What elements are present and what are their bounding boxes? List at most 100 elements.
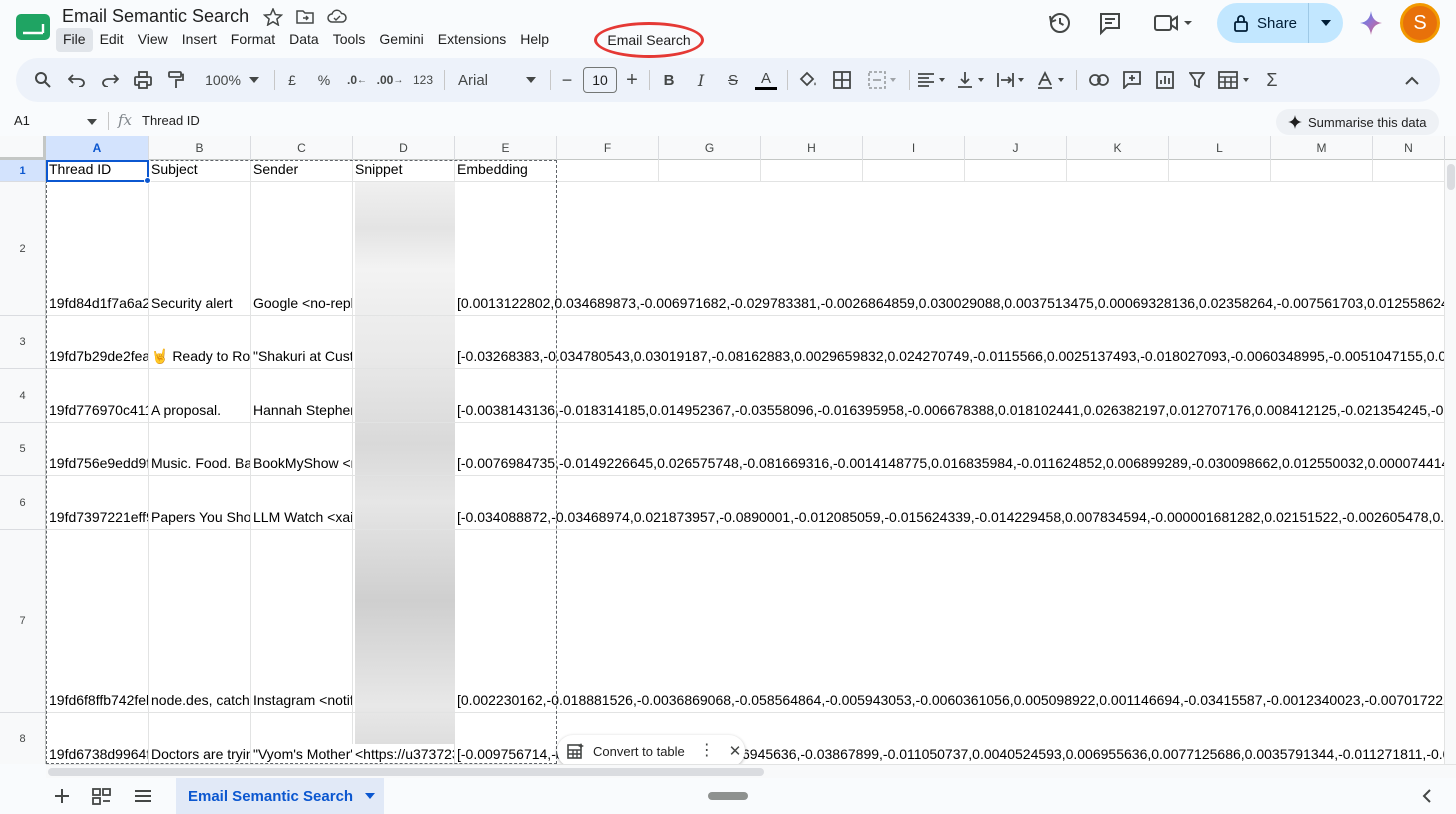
vertical-align-button[interactable] — [954, 58, 988, 102]
menu-view[interactable]: View — [131, 28, 175, 52]
menu-email-search[interactable]: Email Search — [594, 22, 704, 58]
horizontal-scrollbar[interactable] — [46, 764, 1456, 778]
sheets-logo-icon[interactable] — [16, 12, 50, 40]
document-title[interactable]: Email Semantic Search — [62, 6, 249, 27]
menu-help[interactable]: Help — [513, 28, 556, 52]
subject-cell[interactable]: Doctors are tryin — [148, 744, 250, 764]
horizontal-align-button[interactable] — [915, 58, 949, 102]
subject-cell[interactable]: node.des, catch — [148, 690, 250, 710]
row-header-7[interactable]: 7 — [0, 530, 46, 713]
thread-id-cell[interactable]: 19fd756e9edd9f — [46, 453, 148, 473]
embedding-cell[interactable]: [-0.0038143136,-0.018314185,0.014952367,… — [454, 400, 1444, 420]
paint-format-button[interactable] — [163, 58, 189, 102]
zoom-select[interactable]: 100% — [196, 58, 268, 102]
header-embedding[interactable]: Embedding — [454, 159, 556, 179]
increase-font-size-button[interactable]: + — [621, 58, 643, 102]
row-header-4[interactable]: 4 — [0, 369, 46, 423]
search-menus-button[interactable] — [30, 58, 56, 102]
thread-id-cell[interactable]: 19fd7b29de2fea — [46, 346, 148, 366]
more-formats-button[interactable]: 123 — [410, 58, 436, 102]
version-history-icon[interactable] — [1047, 10, 1073, 36]
table-convert-icon[interactable] — [567, 742, 585, 760]
column-header-b[interactable]: B — [149, 136, 251, 160]
spreadsheet-grid[interactable]: A B C D E F G H I J K L M N 1 2 3 4 5 6 … — [0, 136, 1456, 764]
row-header-3[interactable]: 3 — [0, 316, 46, 369]
snippet-cell[interactable]: <https://u373723 — [352, 744, 454, 764]
sender-cell[interactable]: "Shakuri at Custo — [250, 346, 352, 366]
chevron-down-icon[interactable] — [87, 119, 97, 125]
convert-to-table-button[interactable]: Convert to table — [593, 744, 685, 759]
row-header-1[interactable]: 1 — [0, 160, 46, 182]
embedding-cell[interactable]: [-0.0076984735,-0.0149226645,0.026575748… — [454, 453, 1444, 473]
column-header-d[interactable]: D — [353, 136, 455, 160]
sender-cell[interactable]: Hannah Stephen — [250, 400, 352, 420]
chevron-left-icon[interactable] — [1416, 786, 1438, 806]
gemini-icon[interactable] — [1359, 10, 1383, 36]
bold-button[interactable]: B — [657, 58, 681, 102]
formula-input[interactable]: Thread ID — [142, 113, 200, 128]
header-subject[interactable]: Subject — [148, 159, 250, 179]
redo-button[interactable] — [97, 58, 123, 102]
text-rotation-button[interactable] — [1034, 58, 1068, 102]
header-snippet[interactable]: Snippet — [352, 159, 454, 179]
strikethrough-button[interactable]: S — [721, 58, 745, 102]
sender-cell[interactable]: "Vyom's Mother" — [250, 744, 352, 764]
font-size-input[interactable]: 10 — [583, 67, 617, 93]
thread-id-cell[interactable]: 19fd776970c411 — [46, 400, 148, 420]
text-color-button[interactable]: A — [753, 58, 779, 102]
fill-handle[interactable] — [144, 177, 151, 184]
menu-file[interactable]: File — [56, 28, 93, 52]
insert-link-button[interactable] — [1087, 58, 1111, 102]
column-header-n[interactable]: N — [1373, 136, 1445, 160]
row-header-8[interactable]: 8 — [0, 713, 46, 764]
meet-video-icon[interactable] — [1153, 10, 1195, 36]
insert-comment-button[interactable] — [1120, 58, 1144, 102]
star-icon[interactable] — [263, 8, 283, 26]
share-button[interactable]: Share — [1217, 3, 1309, 43]
sender-cell[interactable]: Google <no-reply — [250, 293, 352, 313]
menu-format[interactable]: Format — [224, 28, 282, 52]
column-header-i[interactable]: I — [863, 136, 965, 160]
move-folder-icon[interactable] — [295, 8, 315, 26]
header-sender[interactable]: Sender — [250, 159, 352, 179]
borders-button[interactable] — [829, 58, 855, 102]
sender-cell[interactable]: Instagram <notif — [250, 690, 352, 710]
column-header-g[interactable]: G — [659, 136, 761, 160]
fill-color-button[interactable] — [795, 58, 821, 102]
avatar[interactable]: S — [1400, 3, 1440, 43]
sender-cell[interactable]: BookMyShow <n — [250, 453, 352, 473]
add-sheet-icon[interactable] — [51, 786, 73, 806]
percent-format-button[interactable]: % — [312, 58, 336, 102]
merge-cells-button[interactable] — [863, 58, 903, 102]
embedding-cell[interactable]: [0.0013122802,0.034689873,-0.006971682,-… — [454, 293, 1444, 313]
cloud-status-icon[interactable] — [327, 8, 347, 26]
embedding-cell[interactable]: [-0.009756714,-0.0 — [454, 744, 560, 764]
thread-id-cell[interactable]: 19fd7397221eff9 — [46, 507, 148, 527]
scroll-thumb[interactable] — [48, 768, 764, 776]
column-header-a[interactable]: A — [46, 136, 149, 160]
column-header-j[interactable]: J — [965, 136, 1067, 160]
column-header-f[interactable]: F — [557, 136, 659, 160]
text-wrapping-button[interactable] — [994, 58, 1028, 102]
subject-cell[interactable]: 🤘 Ready to Roc — [148, 346, 250, 366]
thread-id-cell[interactable]: 19fd6f8ffb742feb — [46, 690, 148, 710]
menu-edit[interactable]: Edit — [93, 28, 131, 52]
menu-insert[interactable]: Insert — [175, 28, 224, 52]
row-header-5[interactable]: 5 — [0, 423, 46, 476]
subject-cell[interactable]: Security alert — [148, 293, 250, 313]
more-vert-icon[interactable]: ⋮ — [699, 743, 715, 759]
collapse-toolbar-button[interactable] — [1400, 58, 1424, 102]
row-header-6[interactable]: 6 — [0, 476, 46, 530]
scroll-thumb[interactable] — [1447, 164, 1455, 190]
currency-format-button[interactable]: £ — [280, 58, 304, 102]
subject-cell[interactable]: A proposal. — [148, 400, 250, 420]
undo-button[interactable] — [64, 58, 90, 102]
subject-cell[interactable]: Papers You Shou — [148, 507, 250, 527]
embedding-cell[interactable]: [-0.034088872,-0.03468974,0.021873957,-0… — [454, 507, 1444, 527]
vertical-scrollbar[interactable] — [1444, 160, 1456, 764]
italic-button[interactable]: I — [689, 58, 713, 102]
table-view-button[interactable] — [1215, 58, 1255, 102]
increase-decimal-button[interactable]: .00 → — [376, 58, 404, 102]
chevron-down-icon[interactable] — [365, 793, 376, 799]
column-header-l[interactable]: L — [1169, 136, 1271, 160]
